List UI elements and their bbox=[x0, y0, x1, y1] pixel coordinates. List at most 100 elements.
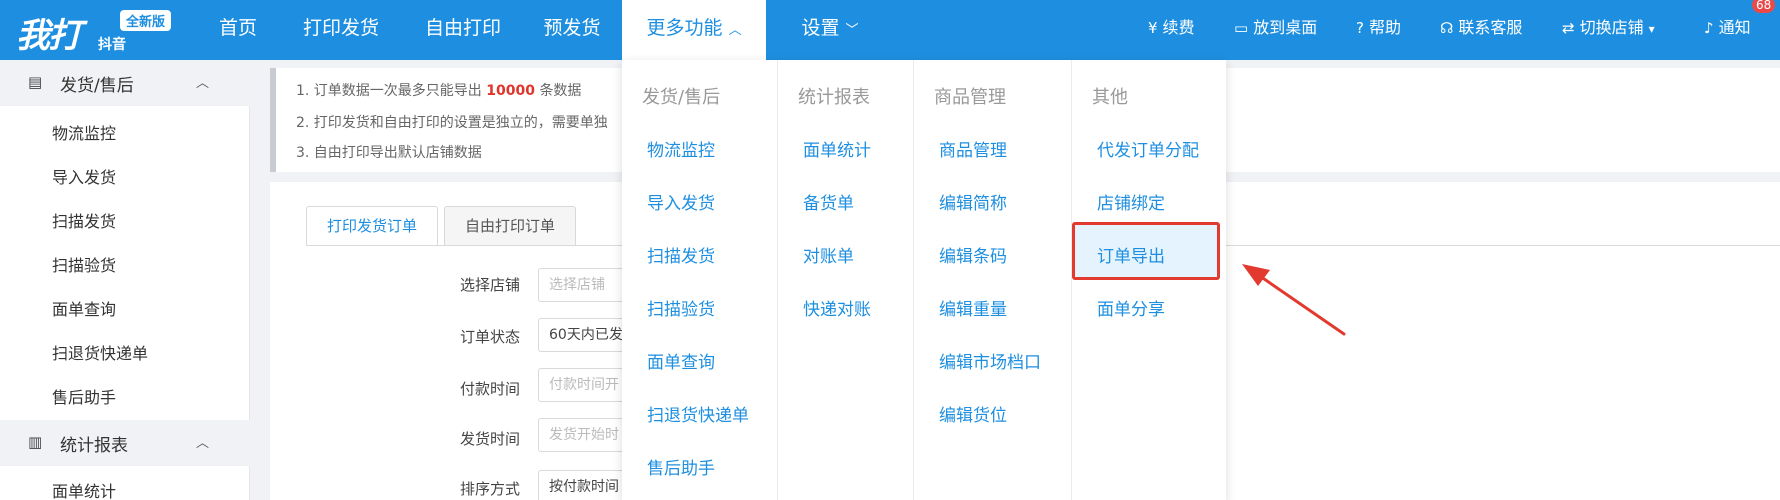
dropdown-item-order-export[interactable]: 订单导出 bbox=[1097, 242, 1165, 267]
switch-store-button[interactable]: ⇄ 切换店铺 ▾ bbox=[1562, 0, 1660, 60]
dropdown-heading-reports: 统计报表 bbox=[798, 87, 870, 108]
dropdown-item-waybill-share[interactable]: 面单分享 bbox=[1097, 295, 1165, 320]
sidebar-item-scan-inspect[interactable]: 扫描验货 bbox=[52, 252, 116, 276]
sort-order-label: 排序方式 bbox=[460, 480, 521, 498]
dropdown-item-scan-ship[interactable]: 扫描发货 bbox=[647, 242, 715, 267]
ship-time-input[interactable]: 发货开始时 bbox=[538, 418, 628, 452]
notifications-button[interactable]: ♪ 通知 bbox=[1704, 0, 1751, 60]
payment-time-label: 付款时间 bbox=[460, 380, 521, 398]
dropdown-item-scan-return[interactable]: 扫退货快递单 bbox=[647, 401, 749, 426]
dropdown-item-edit-short-name[interactable]: 编辑简称 bbox=[939, 189, 1007, 214]
sidebar-group-label: 发货/售后 bbox=[60, 76, 134, 96]
dropdown-item-store-binding[interactable]: 店铺绑定 bbox=[1097, 189, 1165, 214]
dropdown-item-logistics-monitor[interactable]: 物流监控 bbox=[647, 136, 715, 161]
nav-settings-label: 设置 bbox=[801, 17, 840, 39]
notice-export-limit: 10000 bbox=[486, 83, 535, 99]
sidebar-item-import-ship[interactable]: 导入发货 bbox=[52, 164, 116, 188]
notice-line-1: 1. 订单数据一次最多只能导出 10000 条数据 bbox=[296, 80, 581, 100]
dropdown-column-other: 其他 bbox=[1072, 60, 1226, 500]
dropdown-item-edit-barcode[interactable]: 编辑条码 bbox=[939, 242, 1007, 267]
notice-line-3: 3. 自由打印导出默认店铺数据 bbox=[296, 145, 482, 161]
chevron-up-icon: ︿ bbox=[728, 23, 742, 38]
nav-more-features[interactable]: 更多功能 ︿ bbox=[622, 0, 766, 60]
dropdown-item-courier-reconcile[interactable]: 快递对账 bbox=[803, 295, 871, 320]
chevron-down-icon: ▾ bbox=[1648, 22, 1655, 36]
dropdown-item-stock-list[interactable]: 备货单 bbox=[803, 189, 854, 214]
payment-time-input[interactable]: 付款时间开 bbox=[538, 368, 628, 402]
notice-line-1-text-a: 1. 订单数据一次最多只能导出 bbox=[296, 83, 482, 99]
sidebar-item-scan-ship[interactable]: 扫描发货 bbox=[52, 208, 116, 232]
order-status-select[interactable]: 60天内已发 bbox=[538, 318, 628, 352]
nav-settings[interactable]: 设置 ﹀ bbox=[780, 0, 880, 60]
bell-icon: ♪ bbox=[1704, 19, 1714, 37]
dropdown-column-reports: 统计报表 面单统计 备货单 对账单 快递对账 bbox=[778, 60, 914, 500]
sidebar-item-after-sales[interactable]: 售后助手 bbox=[52, 384, 116, 408]
sidebar-item-logistics-monitor[interactable]: 物流监控 bbox=[52, 120, 116, 144]
app-logo[interactable]: 我打 全新版 抖音 bbox=[16, 6, 176, 56]
chevron-up-icon: ︿ bbox=[196, 76, 210, 91]
dropdown-item-scan-inspect[interactable]: 扫描验货 bbox=[647, 295, 715, 320]
notifications-label: 通知 bbox=[1718, 18, 1751, 37]
renew-button[interactable]: ¥ 续费 bbox=[1148, 0, 1195, 60]
contact-support-button[interactable]: ☊ 联系客服 bbox=[1440, 0, 1522, 60]
notification-count-badge: 68 bbox=[1752, 0, 1776, 13]
logo-badge: 全新版 bbox=[120, 10, 172, 31]
add-to-desktop-button[interactable]: ▭ 放到桌面 bbox=[1234, 0, 1317, 60]
sidebar-item-waybill-query[interactable]: 面单查询 bbox=[52, 296, 116, 320]
nav-free-print-label: 自由打印 bbox=[424, 17, 501, 39]
order-status-label: 订单状态 bbox=[460, 328, 521, 346]
tab-free-print-orders[interactable]: 自由打印订单 bbox=[444, 206, 576, 246]
dropdown-item-import-ship[interactable]: 导入发货 bbox=[647, 189, 715, 214]
logo-main-text: 我打 bbox=[16, 16, 82, 56]
help-label: 帮助 bbox=[1368, 18, 1401, 37]
sidebar-group-shipping[interactable]: ▤ 发货/售后 ︿ bbox=[0, 60, 250, 106]
tab-print-ship-orders[interactable]: 打印发货订单 bbox=[306, 206, 438, 246]
chevron-up-icon: ︿ bbox=[196, 436, 210, 451]
dropdown-heading-shipping: 发货/售后 bbox=[642, 87, 721, 108]
annotation-arrow-icon bbox=[1242, 264, 1346, 336]
headset-icon: ☊ bbox=[1440, 19, 1454, 37]
question-icon: ? bbox=[1356, 19, 1364, 37]
dropdown-item-statement[interactable]: 对账单 bbox=[803, 242, 854, 267]
help-button[interactable]: ? 帮助 bbox=[1356, 0, 1401, 60]
dropdown-item-dropship-assign[interactable]: 代发订单分配 bbox=[1097, 136, 1199, 161]
dropdown-item-after-sales[interactable]: 售后助手 bbox=[647, 454, 715, 479]
yen-circle-icon: ¥ bbox=[1148, 19, 1158, 37]
bar-chart-icon: ▥ bbox=[28, 433, 43, 451]
nav-print-ship[interactable]: 打印发货 bbox=[286, 0, 396, 60]
store-select[interactable]: 选择店铺 bbox=[538, 268, 628, 302]
monitor-icon: ▭ bbox=[1234, 19, 1249, 37]
dropdown-item-edit-market-stall[interactable]: 编辑市场档口 bbox=[939, 348, 1041, 373]
sidebar-group-label: 统计报表 bbox=[60, 436, 128, 456]
nav-print-ship-label: 打印发货 bbox=[302, 17, 379, 39]
renew-label: 续费 bbox=[1162, 18, 1195, 37]
add-to-desktop-label: 放到桌面 bbox=[1253, 18, 1318, 37]
switch-store-label: 切换店铺 bbox=[1579, 18, 1644, 37]
dropdown-item-waybill-query[interactable]: 面单查询 bbox=[647, 348, 715, 373]
store-select-label: 选择店铺 bbox=[460, 276, 521, 294]
dropdown-item-waybill-stats[interactable]: 面单统计 bbox=[803, 136, 871, 161]
sidebar-item-scan-return[interactable]: 扫退货快递单 bbox=[52, 340, 148, 364]
nav-home[interactable]: 首页 bbox=[202, 0, 274, 60]
dropdown-item-edit-location[interactable]: 编辑货位 bbox=[939, 401, 1007, 426]
dropdown-item-product-manage[interactable]: 商品管理 bbox=[939, 136, 1007, 161]
nav-pre-ship[interactable]: 预发货 bbox=[530, 0, 614, 60]
dropdown-column-products: 商品管理 商品管理 编辑简称 编辑条码 编辑重量 编辑市场档口 编辑货位 bbox=[914, 60, 1072, 500]
nav-more-features-label: 更多功能 bbox=[646, 17, 723, 39]
sort-order-select[interactable]: 按付款时间 bbox=[538, 470, 628, 500]
top-nav-bar: 我打 全新版 抖音 首页 打印发货 自由打印 预发货 更多功能 ︿ 设置 ﹀ ¥ 续费… bbox=[0, 0, 1780, 60]
switch-icon: ⇄ bbox=[1562, 19, 1575, 37]
sidebar-item-waybill-stats[interactable]: 面单统计 bbox=[52, 478, 116, 500]
dropdown-heading-other: 其他 bbox=[1092, 87, 1128, 108]
dropdown-item-edit-weight[interactable]: 编辑重量 bbox=[939, 295, 1007, 320]
nav-pre-ship-label: 预发货 bbox=[543, 17, 601, 39]
sidebar-group-reports[interactable]: ▥ 统计报表 ︿ bbox=[0, 420, 250, 466]
dropdown-column-shipping: 发货/售后 物流监控 导入发货 扫描发货 扫描验货 面单查询 扫退货快递单 售后… bbox=[622, 60, 778, 500]
nav-free-print[interactable]: 自由打印 bbox=[408, 0, 518, 60]
dropdown-heading-products: 商品管理 bbox=[934, 87, 1006, 108]
notice-line-2: 2. 打印发货和自由打印的设置是独立的，需要单独 bbox=[296, 115, 608, 131]
chevron-down-icon: ﹀ bbox=[845, 23, 859, 38]
notice-line-1-text-b: 条数据 bbox=[539, 83, 582, 99]
nav-home-label: 首页 bbox=[218, 17, 257, 39]
more-features-dropdown: 发货/售后 物流监控 导入发货 扫描发货 扫描验货 面单查询 扫退货快递单 售后… bbox=[622, 60, 1226, 500]
